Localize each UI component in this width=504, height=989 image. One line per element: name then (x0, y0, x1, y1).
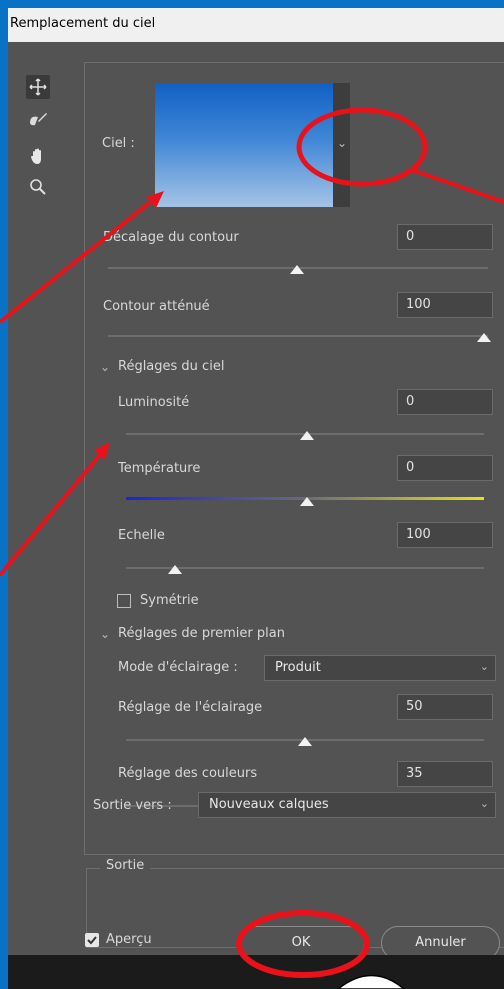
fade-edge-input[interactable]: 100 (397, 292, 493, 318)
output-to-label: Sortie vers : (93, 798, 172, 813)
chevron-down-icon: ⌄ (479, 660, 489, 673)
lighting-adjust-thumb[interactable] (298, 737, 312, 746)
collapse-chevron-icon[interactable]: ⌄ (100, 627, 110, 641)
chevron-down-icon: ⌄ (479, 797, 489, 810)
sky-brush-icon[interactable] (26, 107, 50, 131)
sky-preset-thumbnail[interactable] (155, 83, 333, 207)
flip-label: Symétrie (140, 593, 199, 608)
scale-label: Echelle (118, 528, 165, 543)
flip-checkbox[interactable] (117, 594, 131, 608)
fade-edge-track[interactable] (108, 335, 488, 337)
foreground-title[interactable]: Réglages de premier plan (118, 626, 285, 641)
collapse-chevron-icon[interactable]: ⌄ (100, 360, 110, 374)
bottom-bar (8, 955, 504, 989)
scale-thumb[interactable] (168, 565, 182, 574)
output-to-value: Nouveaux calques (209, 797, 329, 812)
output-title: Sortie (100, 858, 151, 873)
edge-shift-label: Décalage du contour (103, 230, 239, 245)
hand-icon[interactable] (26, 145, 50, 169)
preview-checkbox[interactable] (85, 933, 99, 947)
lighting-mode-label: Mode d'éclairage : (118, 660, 238, 675)
window-title: Remplacement du ciel (8, 8, 504, 42)
edge-shift-thumb[interactable] (290, 265, 304, 274)
lighting-mode-select[interactable]: Produit ⌄ (264, 655, 496, 681)
brightness-thumb[interactable] (300, 431, 314, 440)
chevron-down-icon[interactable]: ⌄ (337, 136, 347, 150)
brightness-label: Luminosité (118, 395, 190, 410)
brightness-input[interactable]: 0 (397, 389, 493, 415)
output-to-select[interactable]: Nouveaux calques ⌄ (198, 792, 496, 818)
fade-edge-label: Contour atténué (103, 299, 210, 314)
lighting-adjust-label: Réglage de l'éclairage (118, 700, 263, 715)
sky-adjust-title[interactable]: Réglages du ciel (118, 359, 224, 374)
fade-edge-thumb[interactable] (477, 333, 491, 342)
scale-input[interactable]: 100 (397, 522, 493, 548)
zoom-icon[interactable] (26, 175, 50, 199)
temperature-label: Température (118, 461, 201, 476)
move-icon[interactable] (26, 75, 50, 99)
sky-label: Ciel : (102, 136, 135, 151)
preview-label: Aperçu (106, 932, 152, 947)
lighting-adjust-input[interactable]: 50 (397, 694, 493, 720)
lighting-mode-value: Produit (275, 660, 321, 675)
temperature-input[interactable]: 0 (397, 455, 493, 481)
color-adjust-input[interactable]: 35 (397, 761, 493, 787)
temperature-thumb[interactable] (300, 497, 314, 506)
color-adjust-label: Réglage des couleurs (118, 766, 258, 781)
edge-shift-input[interactable]: 0 (397, 224, 493, 250)
